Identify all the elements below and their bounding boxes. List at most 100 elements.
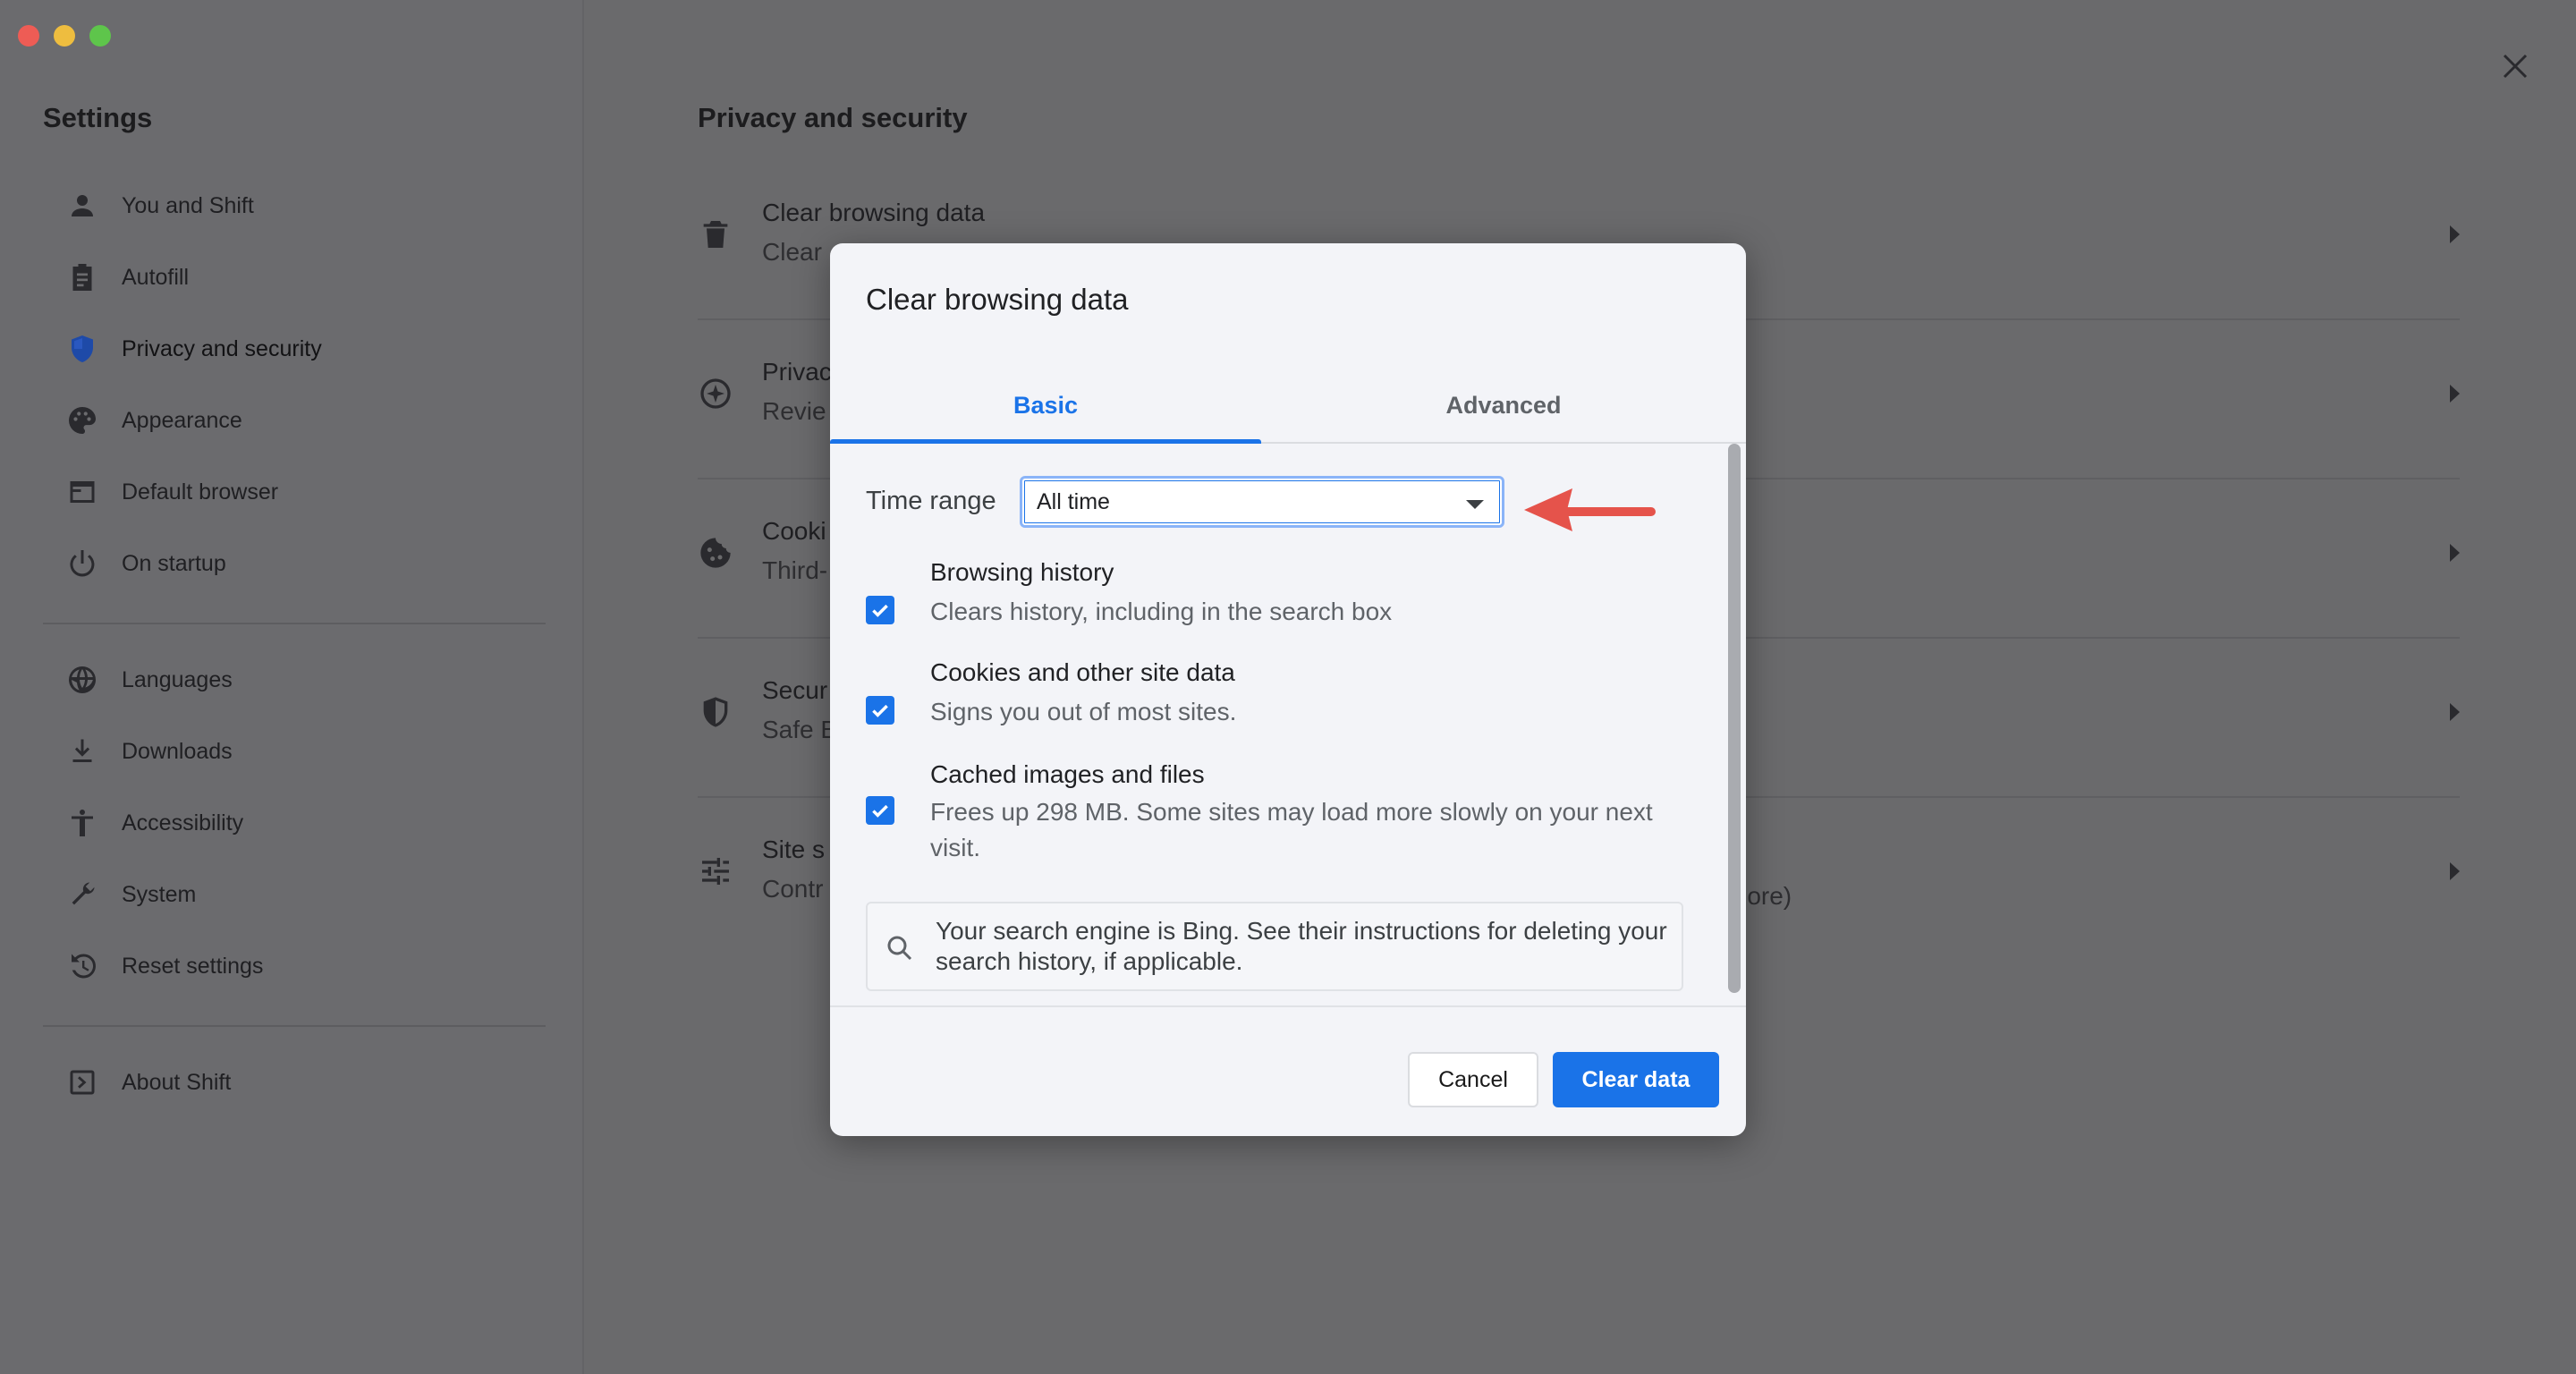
clipboard-icon: [64, 259, 100, 295]
window-close-button[interactable]: [18, 25, 39, 47]
dialog-footer-divider: [830, 1005, 1746, 1007]
wrench-icon: [64, 877, 100, 912]
row-title: Site s: [762, 835, 826, 863]
sidebar-item-on-startup[interactable]: On startup: [64, 537, 226, 590]
history-icon: [64, 948, 100, 984]
tab-basic[interactable]: Basic: [830, 369, 1261, 442]
trash-icon: [698, 216, 733, 252]
clear-browsing-data-dialog: Clear browsing data Basic Advanced Time …: [830, 243, 1746, 1136]
time-range-select[interactable]: All time: [1020, 476, 1504, 528]
sidebar-item-default-browser[interactable]: Default browser: [64, 465, 278, 519]
row-subtitle: Revie: [762, 397, 826, 425]
row-subtitle: Third-: [762, 556, 828, 584]
sidebar-item-reset-settings[interactable]: Reset settings: [64, 939, 263, 993]
clear-data-button[interactable]: Clear data: [1553, 1052, 1719, 1107]
chevron-right-icon: [2450, 385, 2460, 403]
sidebar-item-downloads[interactable]: Downloads: [64, 725, 233, 778]
option-cached-images[interactable]: Cached images and files Frees up 298 MB.…: [866, 760, 1716, 886]
cached-images-checkbox[interactable]: [866, 796, 894, 825]
cookies-checkbox[interactable]: [866, 696, 894, 725]
row-subtitle: Clear: [762, 238, 822, 266]
option-title: Cookies and other site data: [930, 658, 1235, 686]
sidebar-item-label: Appearance: [122, 407, 242, 433]
shield-icon: [64, 331, 100, 367]
palette-icon: [64, 403, 100, 438]
chevron-right-icon: [2450, 544, 2460, 562]
sidebar-item-label: Downloads: [122, 738, 233, 764]
sidebar-item-autofill[interactable]: Autofill: [64, 250, 189, 304]
option-subtitle: Clears history, including in the search …: [930, 598, 1393, 625]
scrollbar-thumb[interactable]: [1728, 444, 1741, 993]
sidebar-item-appearance[interactable]: Appearance: [64, 394, 242, 447]
shift-logo-icon: [64, 1064, 100, 1100]
cookie-icon: [698, 535, 733, 571]
time-range-value: All time: [1037, 488, 1110, 514]
sidebar-title: Settings: [43, 102, 153, 133]
tab-selected-indicator: [830, 439, 1261, 444]
row-title: Clear browsing data: [762, 199, 986, 226]
option-title: Browsing history: [930, 558, 1114, 586]
tune-icon: [698, 853, 733, 889]
dialog-tabs: Basic Advanced: [830, 369, 1746, 444]
checkmark-icon: [872, 604, 888, 617]
sidebar: Settings You and Shift Autofill Privacy …: [0, 0, 584, 1374]
row-subtitle: Safe B: [762, 716, 838, 743]
compass-icon: [698, 376, 733, 411]
sidebar-item-label: On startup: [122, 550, 226, 576]
time-range-label: Time range: [866, 487, 996, 515]
sidebar-item-label: About Shift: [122, 1069, 232, 1095]
sidebar-item-accessibility[interactable]: Accessibility: [64, 796, 243, 850]
checkmark-icon: [872, 804, 888, 818]
person-icon: [64, 188, 100, 224]
close-icon: [2503, 54, 2528, 79]
browsing-history-checkbox[interactable]: [866, 596, 894, 624]
sidebar-divider: [43, 1025, 546, 1027]
power-icon: [64, 546, 100, 581]
window-minimize-button[interactable]: [54, 25, 75, 47]
dropdown-caret-icon: [1466, 500, 1484, 509]
sidebar-item-label: You and Shift: [122, 192, 254, 218]
chevron-right-icon: [2450, 225, 2460, 243]
row-title: Secur: [762, 676, 828, 704]
dialog-title: Clear browsing data: [866, 283, 1129, 316]
window-maximize-button[interactable]: [89, 25, 111, 47]
sidebar-item-about-shift[interactable]: About Shift: [64, 1056, 231, 1109]
dialog-scrollbar[interactable]: [1724, 437, 1742, 1009]
globe-icon: [64, 662, 100, 698]
sidebar-item-label: Accessibility: [122, 810, 244, 835]
checkmark-icon: [872, 704, 888, 717]
sidebar-item-languages[interactable]: Languages: [64, 653, 233, 707]
download-icon: [64, 734, 100, 769]
option-title: Cached images and files: [930, 760, 1205, 788]
sidebar-item-system[interactable]: System: [64, 868, 196, 921]
cancel-button[interactable]: Cancel: [1408, 1052, 1538, 1107]
sidebar-item-label: Privacy and security: [122, 335, 322, 361]
shield-half-icon: [698, 694, 733, 730]
browser-icon: [64, 474, 100, 510]
sidebar-item-label: Autofill: [122, 264, 190, 290]
accessibility-icon: [64, 805, 100, 841]
row-subtitle: Contr: [762, 875, 824, 903]
search-icon: [884, 932, 916, 964]
option-subtitle: Signs you out of most sites.: [930, 698, 1237, 725]
search-engine-info: Your search engine is Bing. See their in…: [866, 902, 1683, 991]
window-controls: [18, 25, 111, 47]
page-title: Privacy and security: [698, 102, 968, 133]
sidebar-item-privacy-and-security[interactable]: Privacy and security: [64, 322, 322, 376]
row-title: Cooki: [762, 517, 826, 545]
chevron-right-icon: [2450, 703, 2460, 721]
option-browsing-history[interactable]: Browsing history Clears history, includi…: [866, 558, 1716, 648]
sidebar-item-label: Reset settings: [122, 953, 264, 979]
sidebar-item-label: Languages: [122, 666, 233, 692]
sidebar-divider: [43, 623, 546, 624]
sidebar-item-label: System: [122, 881, 197, 907]
sidebar-item-you-and-shift[interactable]: You and Shift: [64, 179, 254, 233]
row-title: Privac: [762, 358, 832, 386]
search-engine-info-text: Your search engine is Bing. See their in…: [936, 917, 1667, 975]
close-settings-button[interactable]: [2494, 45, 2537, 88]
option-cookies[interactable]: Cookies and other site data Signs you ou…: [866, 658, 1716, 748]
chevron-right-icon: [2450, 862, 2460, 880]
annotation-arrow-icon: [1524, 488, 1656, 531]
tab-advanced[interactable]: Advanced: [1261, 369, 1746, 442]
sidebar-item-label: Default browser: [122, 479, 279, 505]
